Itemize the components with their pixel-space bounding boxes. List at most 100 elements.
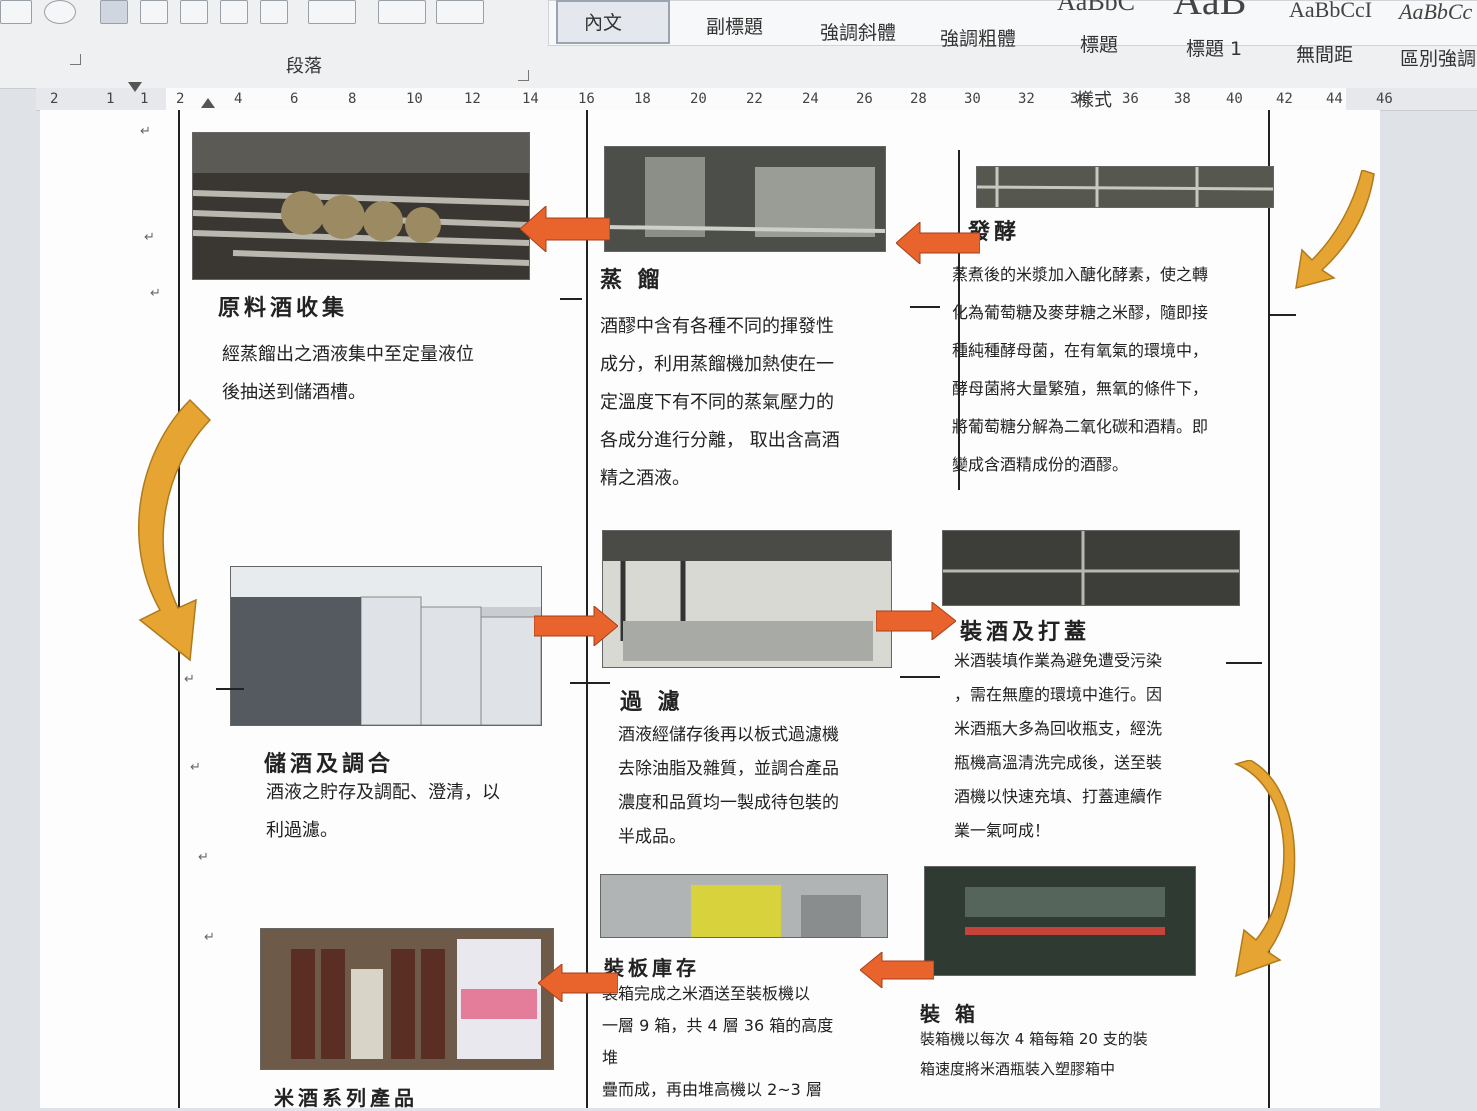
align-center-button[interactable] [140, 0, 168, 24]
step-title-pallet: 裝板庫存 [604, 956, 700, 980]
ruler-tick: 38 [1174, 91, 1191, 107]
text-line: 蒸煮後的米漿加入醣化酵素，使之轉 [952, 265, 1209, 284]
document-page[interactable]: ↵ ↵ ↵ ↵ ↵ ↵ ↵ ↵ 原料酒收集 經蒸餾出之酒液集中至定量液位 後抽送… [40, 110, 1380, 1110]
style-subtitle[interactable]: 副標題 [706, 12, 763, 39]
text-line: 定溫度下有不同的蒸氣壓力的 [600, 392, 834, 413]
style-title[interactable]: 標題 [1080, 30, 1118, 57]
arrow-right-icon [534, 606, 618, 646]
ruler-tick: 16 [578, 91, 595, 107]
text-line: 後抽送到儲酒槽。 [222, 382, 366, 403]
curved-arrow-down-icon [137, 398, 212, 662]
style-no-spacing[interactable]: 無間距 [1296, 40, 1353, 67]
paragraph-mark: ↵ [150, 286, 161, 301]
ruler-tick: 30 [964, 91, 981, 107]
step-title-filter: 過 濾 [620, 689, 684, 715]
style-strong[interactable]: 強調粗體 [940, 24, 1016, 51]
ruler-tick: 32 [1018, 91, 1035, 107]
photo-filter-machine [602, 530, 892, 668]
connector-dash [1226, 662, 1262, 664]
text-line: 米酒裝填作業為避免遭受污染 [954, 651, 1163, 670]
photo-distillation [604, 146, 886, 252]
ruler-tick: 40 [1226, 91, 1243, 107]
style-emphasis[interactable]: 強調斜體 [820, 18, 896, 45]
horizontal-ruler[interactable]: 2 1 1 2 4 6 8 10 12 14 16 18 20 22 24 26… [36, 82, 1477, 111]
step-text-bottle: 米酒裝填作業為避免遭受污染 ，需在無塵的環境中進行。因 米酒瓶大多為回收瓶支，經… [954, 644, 1162, 848]
text-line: 酒液之貯存及調配、澄清，以 [266, 782, 500, 803]
step-text-pallet: 裝箱完成之米酒送至裝板機以 一層 9 箱，共 4 層 36 箱的高度 堆 疊而成… [602, 978, 833, 1106]
style-sample-4: AaBbCc [1399, 0, 1473, 24]
text-line: 業一氣呵成！ [954, 821, 1051, 840]
paragraph-group-label: 段落 [286, 56, 322, 77]
align-right-button[interactable] [180, 0, 208, 24]
text-line: 堆 [602, 1048, 619, 1067]
ruler-tick: 14 [522, 91, 539, 107]
step-text-distill: 酒醪中含有各種不同的揮發性 成分，利用蒸餾機加熱使在一 定溫度下有不同的蒸氣壓力… [600, 308, 840, 498]
line-spacing-button[interactable] [308, 0, 356, 24]
borders-button[interactable] [436, 0, 484, 24]
text-line: 米酒瓶大多為回收瓶支，經洗 [954, 719, 1163, 738]
photo-fermentation [976, 166, 1274, 208]
hanging-indent-marker[interactable] [201, 98, 215, 108]
dialog-launcher-icon[interactable] [70, 54, 81, 65]
ruler-tick: 28 [910, 91, 927, 107]
arrow-left-icon [896, 222, 980, 264]
ruler-tick: 22 [746, 91, 763, 107]
text-line: 箱速度將米酒瓶裝入塑膠箱中 [920, 1060, 1116, 1078]
text-line: 利過濾。 [266, 820, 338, 841]
text-line: 瓶機高溫清洗完成後，送至裝 [954, 753, 1163, 772]
text-line: 裝箱完成之米酒送至裝板機以 [602, 984, 811, 1003]
curved-arrow-down-icon [1295, 170, 1375, 290]
text-line: 酒醪中含有各種不同的揮發性 [600, 316, 834, 337]
first-line-indent-marker[interactable] [128, 82, 142, 92]
photo-bottling [942, 530, 1240, 606]
ruler-tick: 36 [1122, 91, 1139, 107]
arrow-left-icon [520, 206, 610, 252]
ruler-tick: 2 [176, 91, 185, 107]
style-sample-2: AaB [1173, 0, 1247, 23]
text-line: 精之酒液。 [600, 468, 690, 489]
step-title-bottle: 裝酒及打蓋 [960, 619, 1091, 645]
ruler-tick: 44 [1326, 91, 1343, 107]
styles-group-label: 樣式 [1076, 90, 1112, 111]
text-line: 將葡萄糖分解為二氧化碳和酒精。即 [952, 417, 1209, 436]
style-subtle-emphasis[interactable]: 區別強調 [1400, 44, 1476, 71]
ruler-tick: 1 [106, 91, 115, 107]
connector-dash [1270, 314, 1296, 316]
photo-storage-tanks [230, 566, 542, 726]
distributed-button[interactable] [260, 0, 288, 24]
align-left-button[interactable] [100, 0, 128, 24]
paragraph-mark: ↵ [204, 930, 215, 945]
step-text-box: 裝箱機以每次 4 箱每箱 20 支的裝 箱速度將米酒瓶裝入塑膠箱中 [920, 1024, 1148, 1084]
ruler-tick: 8 [348, 91, 357, 107]
text-line: ，需在無塵的環境中進行。因 [954, 685, 1163, 704]
ruler-tick: 42 [1276, 91, 1293, 107]
style-heading1[interactable]: 標題 1 [1186, 34, 1242, 61]
step-text-store: 酒液之貯存及調配、澄清，以 利過濾。 [266, 774, 500, 850]
text-line: 變成含酒精成份的酒醪。 [952, 455, 1129, 474]
paragraph-mark: ↵ [140, 124, 151, 139]
style-normal[interactable]: 內文 [584, 8, 622, 35]
connector-dash [900, 676, 940, 678]
ruler-tick: 12 [464, 91, 481, 107]
justify-button[interactable] [220, 0, 248, 24]
style-sample-3: AaBbCcI [1289, 0, 1373, 22]
step-title-collect: 原料酒收集 [218, 295, 349, 321]
ruler-tick: 4 [234, 91, 243, 107]
step-text-ferment: 蒸煮後的米漿加入醣化酵素，使之轉 化為葡萄糖及麥芽糖之米醪，隨即接 種純種酵母菌… [952, 256, 1208, 484]
text-line: 種純種酵母菌，在有氧氣的環境中， [952, 341, 1209, 360]
ruler-tick: 20 [690, 91, 707, 107]
arrow-left-icon [538, 964, 618, 1002]
paragraph-launcher-icon[interactable] [518, 70, 529, 81]
align-left-icon[interactable] [0, 0, 32, 24]
ruler-tick: 6 [290, 91, 299, 107]
add-icon[interactable] [44, 0, 76, 24]
text-line: 疊而成，再由堆高機以 2~3 層 [602, 1080, 822, 1099]
text-line: 成分，利用蒸餾機加熱使在一 [600, 354, 834, 375]
step-text-collect: 經蒸餾出之酒液集中至定量液位 後抽送到儲酒槽。 [222, 336, 474, 412]
ruler-tick: 46 [1376, 91, 1393, 107]
ruler-tick: 24 [802, 91, 819, 107]
step-title-products: 米酒系列產品 [274, 1086, 418, 1110]
ruler-tick: 26 [856, 91, 873, 107]
text-line: 經蒸餾出之酒液集中至定量液位 [222, 344, 474, 365]
shading-button[interactable] [378, 0, 426, 24]
